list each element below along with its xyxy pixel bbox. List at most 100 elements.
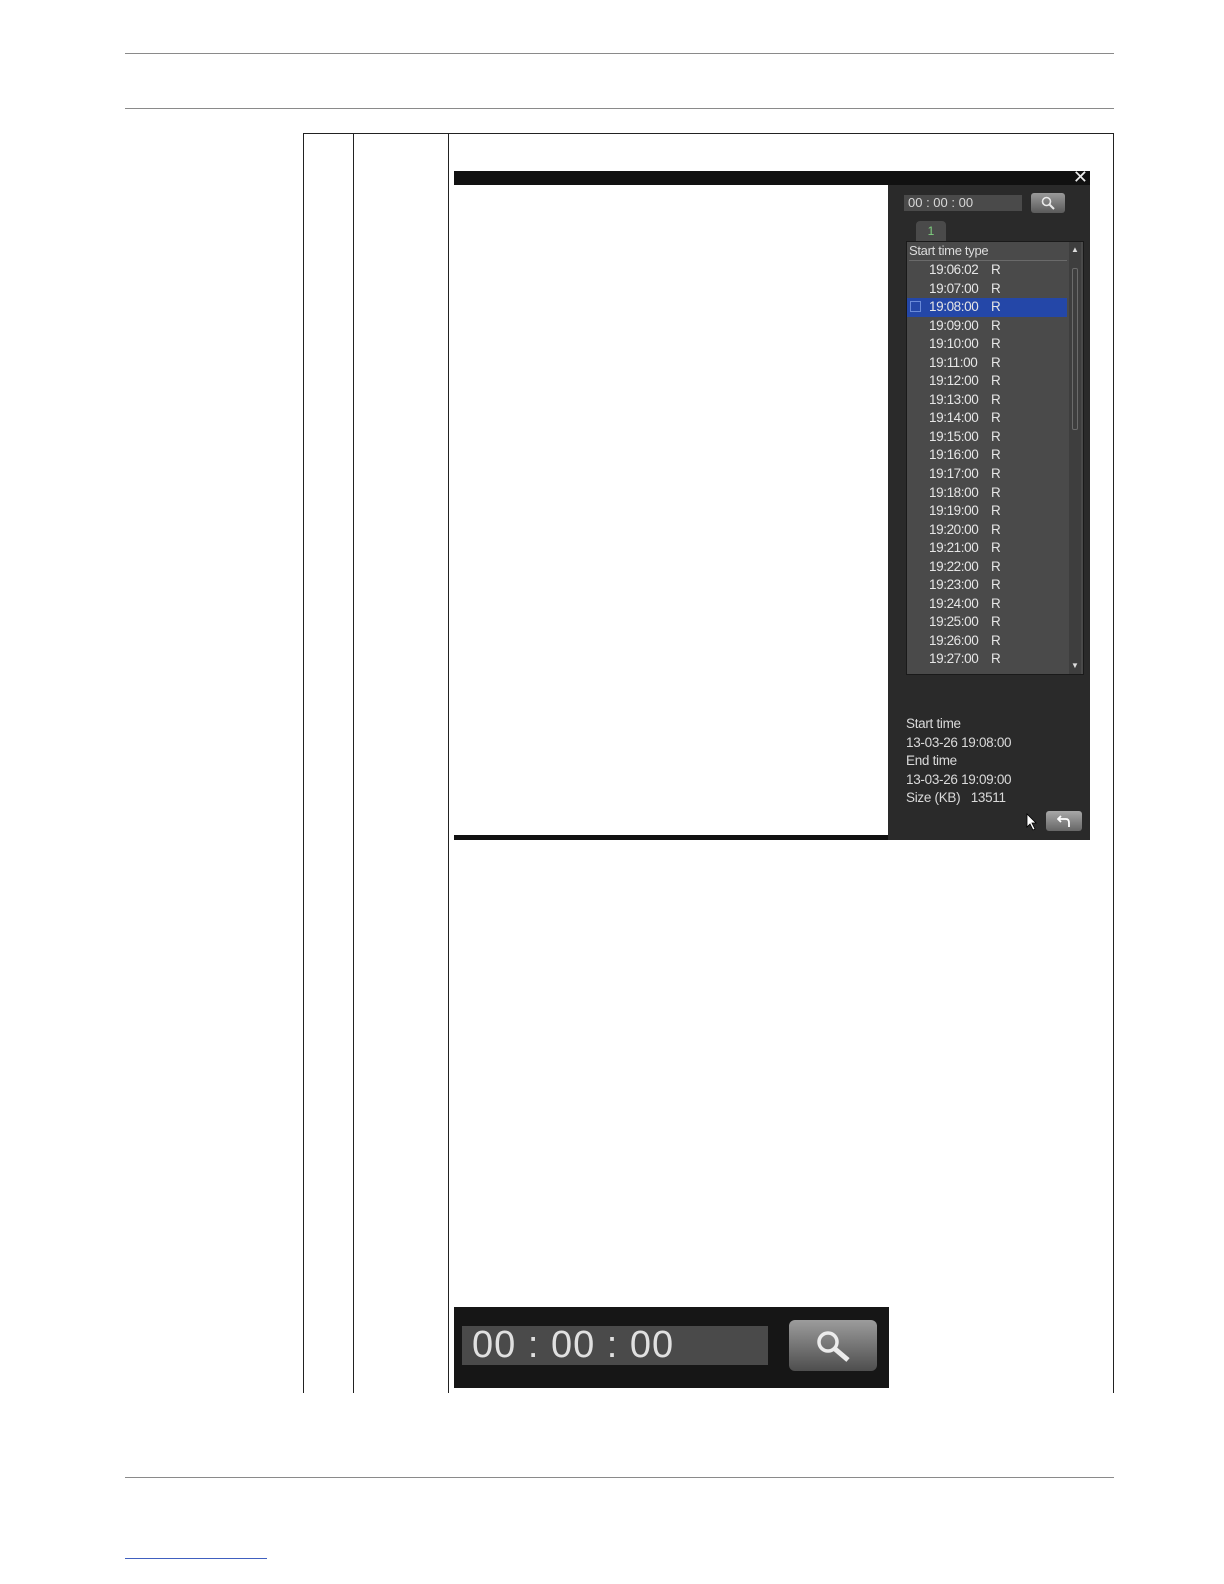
recording-list: Start time type 19:06:02 R 19:07:00 R 19:08:… [906, 241, 1084, 675]
list-item[interactable]: 19:20:00 R [907, 521, 1067, 540]
list-item-type: R [991, 391, 1001, 407]
size-label: Size (KB) [906, 790, 961, 805]
video-area [454, 185, 888, 835]
list-scrollbar[interactable]: ▲ ▼ [1069, 242, 1081, 674]
playback-dialog: ✕ 00 : 00 : 00 1 Start time type 19:06:0… [454, 169, 1090, 840]
list-item[interactable]: 19:12:00 R [907, 372, 1067, 391]
list-item[interactable]: 19:09:00 R [907, 317, 1067, 336]
list-item-time: 19:20:00 [929, 521, 979, 537]
list-item[interactable]: 19:25:00 R [907, 613, 1067, 632]
table-border-col-1 [303, 133, 304, 1393]
back-button[interactable] [1046, 811, 1082, 831]
list-item[interactable]: 19:14:00 R [907, 409, 1067, 428]
list-item-time: 19:17:00 [929, 466, 979, 482]
list-item[interactable]: 19:19:00 R [907, 502, 1067, 521]
list-item-time: 19:24:00 [929, 595, 979, 611]
list-header: Start time type [909, 242, 1067, 261]
list-item[interactable]: 19:11:00 R [907, 354, 1067, 373]
list-item-type: R [991, 299, 1001, 315]
list-item-type: R [991, 558, 1001, 574]
list-rows: 19:06:02 R 19:07:00 R 19:08:00 R 19:09:00 R 19:1… [907, 261, 1067, 669]
table-border-col-3 [448, 133, 449, 1393]
search-icon [817, 1331, 850, 1362]
list-item-time: 19:14:00 [929, 410, 979, 426]
list-item[interactable]: 19:13:00 R [907, 391, 1067, 410]
mouse-pointer-icon [1026, 813, 1037, 831]
end-time-value: 13-03-26 19:09:00 [906, 771, 1012, 787]
list-item-type: R [991, 651, 1001, 667]
list-item[interactable]: 19:07:00 R [907, 280, 1067, 299]
list-item-type: R [991, 262, 1001, 277]
list-item-time: 19:27:00 [929, 651, 979, 667]
list-item-time: 19:10:00 [929, 336, 979, 352]
list-item-type: R [991, 614, 1001, 630]
list-item-type: R [991, 447, 1001, 463]
list-item-type: R [991, 336, 1001, 352]
list-item[interactable]: 19:18:00 R [907, 484, 1067, 503]
video-bottom-strip [454, 835, 888, 840]
list-item[interactable]: 19:15:00 R [907, 428, 1067, 447]
recording-details: Start time 13-03-26 19:08:00 End time 13… [906, 715, 1012, 808]
start-time-value: 13-03-26 19:08:00 [906, 734, 1012, 750]
list-item[interactable]: 19:10:00 R [907, 335, 1067, 354]
list-item-type: R [991, 503, 1001, 519]
search-bar-closeup: 00 : 00 : 00 [454, 1307, 889, 1388]
list-item-time: 19:26:00 [929, 632, 979, 648]
header-rule-top [125, 53, 1114, 54]
list-item-time: 19:08:00 [929, 299, 979, 315]
list-item-type: R [991, 354, 1001, 370]
list-item-type: R [991, 317, 1001, 333]
time-input-closeup[interactable]: 00 : 00 : 00 [462, 1326, 768, 1365]
end-time-label: End time [906, 753, 957, 768]
footer-rule [125, 1477, 1114, 1478]
list-item-time: 19:15:00 [929, 428, 979, 444]
list-item-time: 19:07:00 [929, 280, 979, 296]
list-item[interactable]: 19:27:00 R [907, 650, 1067, 669]
list-item-time: 19:18:00 [929, 484, 979, 500]
list-item[interactable]: 19:24:00 R [907, 595, 1067, 614]
size-value: 13511 [970, 790, 1006, 805]
tab-channel-1[interactable]: 1 [916, 221, 946, 241]
list-item-time: 19:13:00 [929, 391, 979, 407]
list-item-time: 19:19:00 [929, 503, 979, 519]
list-item-type: R [991, 577, 1001, 593]
list-item-type: R [991, 595, 1001, 611]
list-item[interactable]: 19:21:00 R [907, 539, 1067, 558]
list-item-time: 19:16:00 [929, 447, 979, 463]
scroll-thumb[interactable] [1072, 268, 1078, 430]
search-icon [1041, 196, 1055, 210]
list-item-time: 19:11:00 [929, 354, 978, 370]
list-item[interactable]: 19:22:00 R [907, 558, 1067, 577]
list-item[interactable]: 19:23:00 R [907, 576, 1067, 595]
table-top-border [303, 133, 1114, 134]
list-item[interactable]: 19:08:00 R [907, 298, 1067, 317]
list-item-type: R [991, 466, 1001, 482]
list-item-time: 19:06:02 [929, 262, 979, 277]
search-panel: 00 : 00 : 00 1 Start time type 19:06:02 R… [888, 185, 1090, 840]
search-button[interactable] [1031, 193, 1065, 213]
list-item-type: R [991, 428, 1001, 444]
list-item-time: 19:21:00 [929, 540, 979, 556]
table-border-col-2 [353, 133, 354, 1393]
list-item[interactable]: 19:17:00 R [907, 465, 1067, 484]
list-item[interactable]: 19:16:00 R [907, 446, 1067, 465]
scroll-up-icon[interactable]: ▲ [1069, 244, 1081, 256]
list-item-type: R [991, 410, 1001, 426]
list-item[interactable]: 19:06:02 R [907, 261, 1067, 280]
list-item-type: R [991, 373, 1001, 389]
list-item-time: 19:12:00 [929, 373, 979, 389]
list-item-type: R [991, 484, 1001, 500]
dialog-title-bar [454, 171, 1090, 185]
list-item-type: R [991, 632, 1001, 648]
time-input[interactable]: 00 : 00 : 00 [904, 195, 1022, 211]
list-item-type: R [991, 521, 1001, 537]
search-button-closeup[interactable] [789, 1320, 877, 1371]
list-item[interactable]: 19:26:00 R [907, 632, 1067, 651]
scroll-down-icon[interactable]: ▼ [1069, 660, 1081, 672]
size-row: Size (KB) 13511 [906, 789, 1011, 808]
list-item-time: 19:23:00 [929, 577, 979, 593]
header-rule-bottom [125, 108, 1114, 109]
list-item-time: 19:09:00 [929, 317, 979, 333]
footnote-link-line [125, 1558, 267, 1559]
list-item-type: R [991, 540, 1001, 556]
